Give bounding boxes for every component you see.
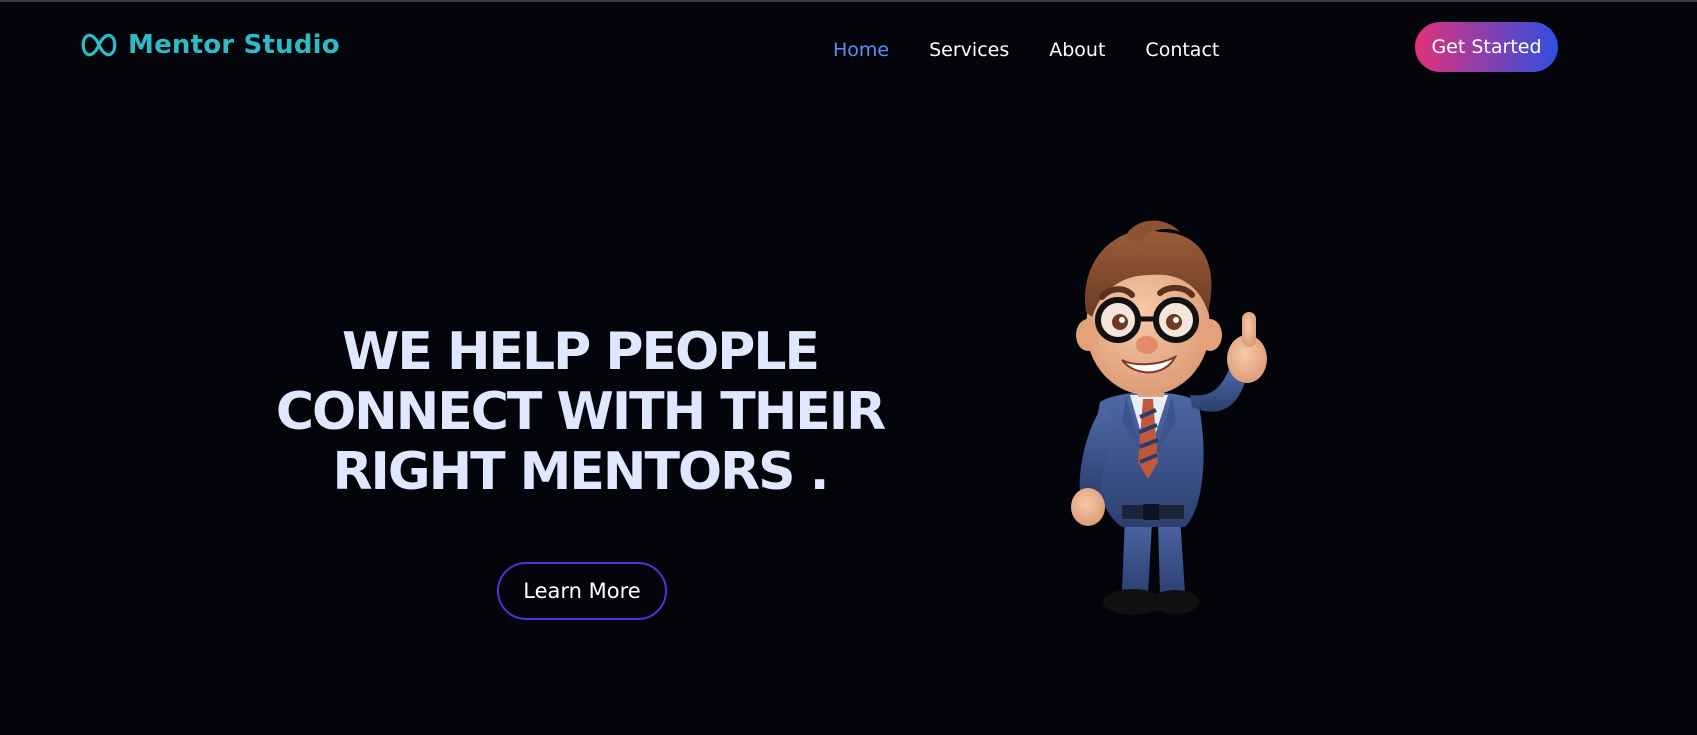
nav-services[interactable]: Services <box>929 38 1009 62</box>
get-started-button[interactable]: Get Started <box>1415 22 1558 72</box>
hero-title: WE HELP PEOPLE CONNECT WITH THEIR RIGHT … <box>230 322 930 502</box>
learn-more-button[interactable]: Learn More <box>497 562 667 620</box>
hero-title-line-3: RIGHT MENTORS . <box>332 442 830 502</box>
page: Mentor Studio Home Services About Contac… <box>0 0 1697 735</box>
nav-contact[interactable]: Contact <box>1145 38 1219 62</box>
hero-title-line-1: WE HELP PEOPLE <box>342 322 820 382</box>
brand-name: Mentor Studio <box>128 30 340 60</box>
hero-title-line-2: CONNECT WITH THEIR <box>275 382 886 442</box>
nav-about[interactable]: About <box>1049 38 1105 62</box>
nav-home[interactable]: Home <box>833 38 889 62</box>
infinity-logo-icon <box>81 33 117 57</box>
brand-logo[interactable]: Mentor Studio <box>80 30 340 60</box>
mentor-illustration <box>1071 220 1267 615</box>
main-nav: Home Services About Contact <box>833 38 1259 62</box>
